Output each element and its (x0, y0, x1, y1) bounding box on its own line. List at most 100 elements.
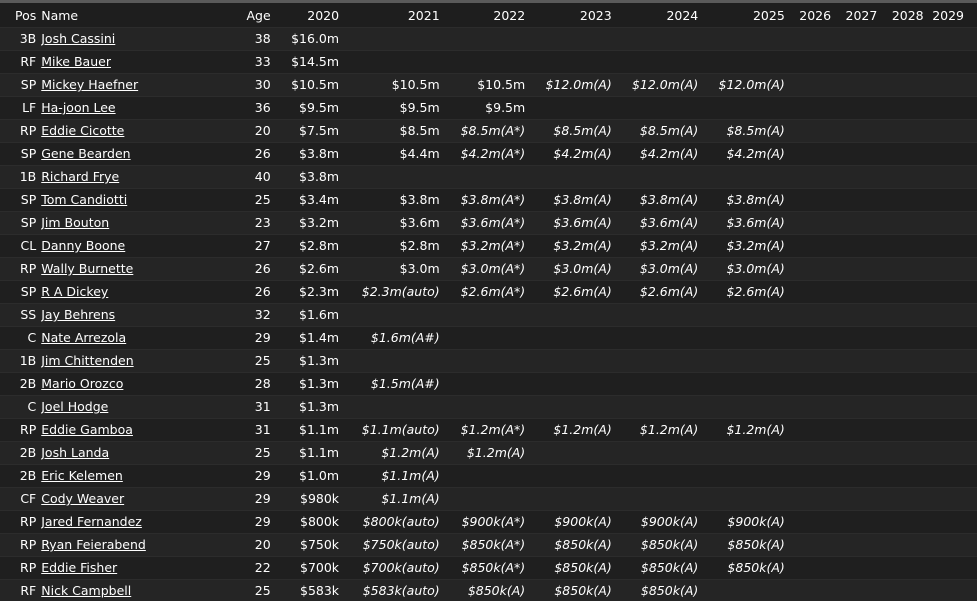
salary-cell-2025: $12.0m(A) (698, 73, 785, 97)
col-header-2020[interactable]: 2020 (270, 5, 340, 28)
salary-cell-2022 (439, 349, 526, 373)
player-name-link[interactable]: Gene Bearden (41, 146, 130, 161)
salary-cell-2020: $3.4m (270, 188, 340, 212)
player-name-link[interactable]: Nick Campbell (41, 583, 131, 598)
salary-cell-2023: $850k(A) (525, 556, 612, 580)
age-cell: 25 (242, 441, 271, 465)
salary-cell-2029 (923, 165, 977, 189)
name-cell: Wally Burnette (41, 257, 243, 281)
col-header-2021[interactable]: 2021 (339, 5, 440, 28)
salary-cell-2028 (877, 50, 924, 74)
player-name-link[interactable]: Tom Candiotti (41, 192, 127, 207)
player-name-link[interactable]: Cody Weaver (41, 491, 124, 506)
salary-cell-2027 (831, 418, 878, 442)
salary-cell-2022: $1.2m(A*) (439, 418, 526, 442)
age-cell: 25 (242, 579, 271, 601)
salary-cell-2024: $3.6m(A) (611, 211, 699, 235)
player-name-link[interactable]: Joel Hodge (41, 399, 108, 414)
age-cell: 40 (242, 165, 271, 189)
col-header-name[interactable]: Name (41, 5, 243, 28)
player-name-link[interactable]: Ha-joon Lee (41, 100, 115, 115)
salary-cell-2026 (784, 395, 832, 419)
salary-cell-2022: $900k(A*) (439, 510, 526, 534)
col-header-2027[interactable]: 2027 (831, 5, 878, 28)
position-cell: RF (0, 50, 42, 74)
player-name-link[interactable]: Danny Boone (41, 238, 125, 253)
table-row: RP Eddie Gamboa 31 $1.1m $1.1m(auto) $1.2m(A*… (0, 418, 977, 442)
player-name-link[interactable]: Mickey Haefner (41, 77, 138, 92)
salary-cell-2029 (923, 326, 977, 350)
table-row: 1B Richard Frye 40 $3.8m (0, 165, 977, 189)
col-header-age[interactable]: Age (242, 5, 271, 28)
position-cell: LF (0, 96, 42, 120)
col-header-2026[interactable]: 2026 (784, 5, 832, 28)
age-cell: 20 (242, 119, 271, 143)
col-header-2028[interactable]: 2028 (877, 5, 924, 28)
name-cell: Eric Kelemen (41, 464, 243, 488)
name-cell: Josh Landa (41, 441, 243, 465)
salary-cell-2021: $700k(auto) (339, 556, 440, 580)
col-header-2029[interactable]: 2029 (923, 5, 977, 28)
name-cell: Joel Hodge (41, 395, 243, 419)
salary-cell-2023: $2.6m(A) (525, 280, 612, 304)
salary-cell-2021: $4.4m (339, 142, 440, 166)
name-cell: Jim Bouton (41, 211, 243, 235)
player-name-link[interactable]: Mario Orozco (41, 376, 123, 391)
salary-cell-2025: $4.2m(A) (698, 142, 785, 166)
player-name-link[interactable]: Jim Bouton (41, 215, 109, 230)
salary-cell-2027 (831, 303, 878, 327)
salary-cell-2023 (525, 96, 612, 120)
salary-cell-2029 (923, 579, 977, 601)
player-name-link[interactable]: Nate Arrezola (41, 330, 126, 345)
salary-cell-2022 (439, 303, 526, 327)
col-header-pos[interactable]: Pos (0, 5, 42, 28)
player-name-link[interactable]: Josh Landa (41, 445, 109, 460)
position-cell: SS (0, 303, 42, 327)
player-name-link[interactable]: Josh Cassini (41, 31, 115, 46)
player-name-link[interactable]: Wally Burnette (41, 261, 133, 276)
salary-cell-2025 (698, 165, 785, 189)
player-name-link[interactable]: Eddie Gamboa (41, 422, 133, 437)
name-cell: Eddie Gamboa (41, 418, 243, 442)
col-header-2022[interactable]: 2022 (439, 5, 526, 28)
salary-cell-2029 (923, 73, 977, 97)
salary-cell-2028 (877, 73, 924, 97)
player-name-link[interactable]: Jared Fernandez (41, 514, 142, 529)
player-name-link[interactable]: Richard Frye (41, 169, 119, 184)
table-body: 3B Josh Cassini 38 $16.0m RF Mike Bauer 33 $14.… (0, 27, 977, 601)
salary-cell-2025 (698, 303, 785, 327)
player-name-link[interactable]: Ryan Feierabend (41, 537, 146, 552)
salary-cell-2021: $3.0m (339, 257, 440, 281)
salary-cell-2029 (923, 27, 977, 51)
salary-cell-2026 (784, 280, 832, 304)
salary-cell-2029 (923, 441, 977, 465)
table-row: C Joel Hodge 31 $1.3m (0, 395, 977, 419)
salary-cell-2020: $3.8m (270, 165, 340, 189)
age-cell: 26 (242, 257, 271, 281)
col-header-2025[interactable]: 2025 (698, 5, 785, 28)
age-cell: 20 (242, 533, 271, 557)
player-name-link[interactable]: Eddie Cicotte (41, 123, 124, 138)
salary-cell-2020: $700k (270, 556, 340, 580)
col-header-2024[interactable]: 2024 (611, 5, 699, 28)
salary-cell-2020: $1.3m (270, 395, 340, 419)
player-name-link[interactable]: Eric Kelemen (41, 468, 123, 483)
salary-cell-2027 (831, 280, 878, 304)
age-cell: 25 (242, 188, 271, 212)
salary-cell-2024: $12.0m(A) (611, 73, 699, 97)
age-cell: 27 (242, 234, 271, 258)
salary-cell-2024: $8.5m(A) (611, 119, 699, 143)
position-cell: RP (0, 510, 42, 534)
player-name-link[interactable]: Mike Bauer (41, 54, 111, 69)
salary-cell-2022 (439, 326, 526, 350)
salary-cell-2025: $1.2m(A) (698, 418, 785, 442)
player-name-link[interactable]: R A Dickey (41, 284, 108, 299)
col-header-2023[interactable]: 2023 (525, 5, 612, 28)
player-name-link[interactable]: Eddie Fisher (41, 560, 117, 575)
player-name-link[interactable]: Jim Chittenden (41, 353, 133, 368)
name-cell: Mickey Haefner (41, 73, 243, 97)
salary-cell-2021: $3.6m (339, 211, 440, 235)
salary-cell-2025: $3.0m(A) (698, 257, 785, 281)
player-name-link[interactable]: Jay Behrens (41, 307, 115, 322)
salary-cell-2022: $1.2m(A) (439, 441, 526, 465)
